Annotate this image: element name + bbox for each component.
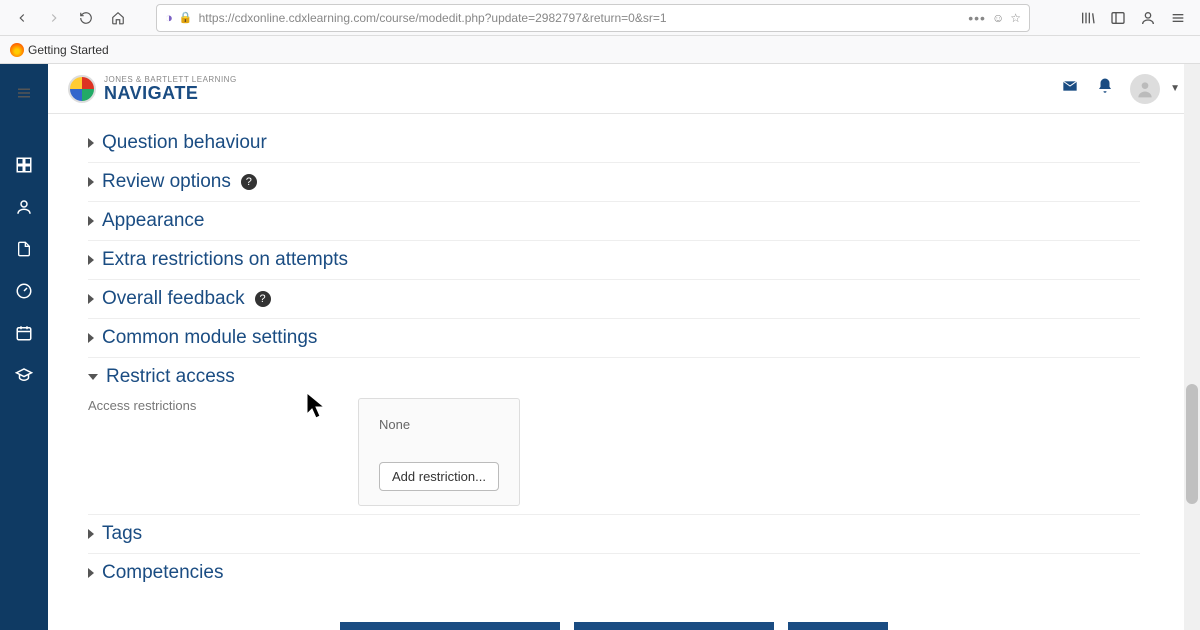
chevron-right-icon [88, 177, 94, 187]
calendar-icon[interactable] [13, 322, 35, 344]
bookmark-getting-started[interactable]: Getting Started [10, 43, 109, 57]
firefox-icon [10, 43, 24, 57]
back-button[interactable] [8, 4, 36, 32]
star-icon[interactable]: ☆ [1010, 11, 1021, 25]
home-button[interactable] [104, 4, 132, 32]
section-common-module-settings: Common module settings [88, 319, 1140, 358]
section-title: Tags [102, 523, 142, 545]
section-toggle-common-module[interactable]: Common module settings [88, 327, 1140, 349]
chevron-right-icon [88, 216, 94, 226]
section-toggle-tags[interactable]: Tags [88, 523, 1140, 545]
chevron-right-icon [88, 138, 94, 148]
dashboard-icon[interactable] [13, 154, 35, 176]
url-text: https://cdxonline.cdxlearning.com/course… [199, 11, 667, 25]
section-tags: Tags [88, 515, 1140, 554]
footer-primary-button-1[interactable] [340, 622, 560, 630]
reload-button[interactable] [72, 4, 100, 32]
section-restrict-access: Restrict access Access restrictions None… [88, 358, 1140, 515]
chevron-right-icon [88, 529, 94, 539]
gauge-icon[interactable] [13, 280, 35, 302]
logo-badge-icon [68, 75, 96, 103]
section-title: Appearance [102, 210, 204, 232]
restriction-panel: None Add restriction... [358, 398, 520, 506]
lock-icon: 🔒 [179, 11, 193, 24]
section-toggle-question-behaviour[interactable]: Question behaviour [88, 132, 1140, 154]
add-restriction-button[interactable]: Add restriction... [379, 462, 499, 491]
chevron-right-icon [88, 294, 94, 304]
section-title: Extra restrictions on attempts [102, 249, 348, 271]
scrollbar-track[interactable] [1184, 64, 1200, 630]
chevron-right-icon [88, 255, 94, 265]
section-toggle-review-options[interactable]: Review options ? [88, 171, 1140, 193]
bookmarks-bar: Getting Started [0, 36, 1200, 64]
forward-button[interactable] [40, 4, 68, 32]
mail-icon[interactable] [1060, 78, 1080, 99]
sidebar-toggle-icon[interactable] [1104, 4, 1132, 32]
menu-icon[interactable] [1164, 4, 1192, 32]
section-review-options: Review options ? [88, 163, 1140, 202]
hamburger-icon[interactable] [13, 82, 35, 104]
brand-logo[interactable]: JONES & BARTLETT LEARNING NAVIGATE [68, 75, 237, 103]
scrollbar-thumb[interactable] [1186, 384, 1198, 504]
footer-buttons [88, 622, 1140, 630]
section-toggle-competencies[interactable]: Competencies [88, 562, 1140, 584]
help-icon[interactable]: ? [255, 291, 271, 307]
section-competencies: Competencies [88, 554, 1140, 592]
section-appearance: Appearance [88, 202, 1140, 241]
section-toggle-overall-feedback[interactable]: Overall feedback ? [88, 288, 1140, 310]
section-title: Overall feedback [102, 288, 245, 310]
section-extra-restrictions: Extra restrictions on attempts [88, 241, 1140, 280]
section-title: Restrict access [106, 366, 235, 388]
browser-toolbar: ◑ 🔒 https://cdxonline.cdxlearning.com/co… [0, 0, 1200, 36]
section-question-behaviour: Question behaviour [88, 124, 1140, 163]
section-title: Review options [102, 171, 231, 193]
account-icon[interactable] [1134, 4, 1162, 32]
chevron-down-icon [88, 374, 98, 380]
settings-form: Question behaviour Review options ? Appe… [48, 114, 1200, 630]
restriction-none-text: None [379, 417, 499, 432]
main-area: JONES & BARTLETT LEARNING NAVIGATE ▼ [48, 64, 1200, 630]
section-title: Common module settings [102, 327, 317, 349]
user-menu-caret-icon[interactable]: ▼ [1170, 83, 1180, 94]
help-icon[interactable]: ? [241, 174, 257, 190]
bell-icon[interactable] [1096, 76, 1114, 101]
url-bar[interactable]: ◑ 🔒 https://cdxonline.cdxlearning.com/co… [156, 4, 1030, 32]
ellipsis-icon[interactable]: ••• [968, 10, 986, 26]
avatar[interactable] [1130, 74, 1160, 104]
chevron-right-icon [88, 568, 94, 578]
left-rail [0, 64, 48, 630]
bookmark-label: Getting Started [28, 43, 109, 57]
app-header: JONES & BARTLETT LEARNING NAVIGATE ▼ [48, 64, 1200, 114]
chevron-right-icon [88, 333, 94, 343]
section-toggle-restrict-access[interactable]: Restrict access [88, 366, 1140, 388]
library-icon[interactable] [1074, 4, 1102, 32]
shield-icon: ◑ [165, 10, 173, 25]
section-toggle-appearance[interactable]: Appearance [88, 210, 1140, 232]
footer-primary-button-2[interactable] [574, 622, 774, 630]
file-icon[interactable] [13, 238, 35, 260]
section-title: Question behaviour [102, 132, 267, 154]
section-toggle-extra-restrictions[interactable]: Extra restrictions on attempts [88, 249, 1140, 271]
section-overall-feedback: Overall feedback ? [88, 280, 1140, 319]
brand-title: NAVIGATE [104, 84, 237, 102]
user-icon[interactable] [13, 196, 35, 218]
reader-icon[interactable]: ☺ [992, 11, 1004, 25]
footer-primary-button-3[interactable] [788, 622, 888, 630]
graduation-icon[interactable] [13, 364, 35, 386]
section-title: Competencies [102, 562, 223, 584]
field-label-access-restrictions: Access restrictions [88, 398, 358, 506]
